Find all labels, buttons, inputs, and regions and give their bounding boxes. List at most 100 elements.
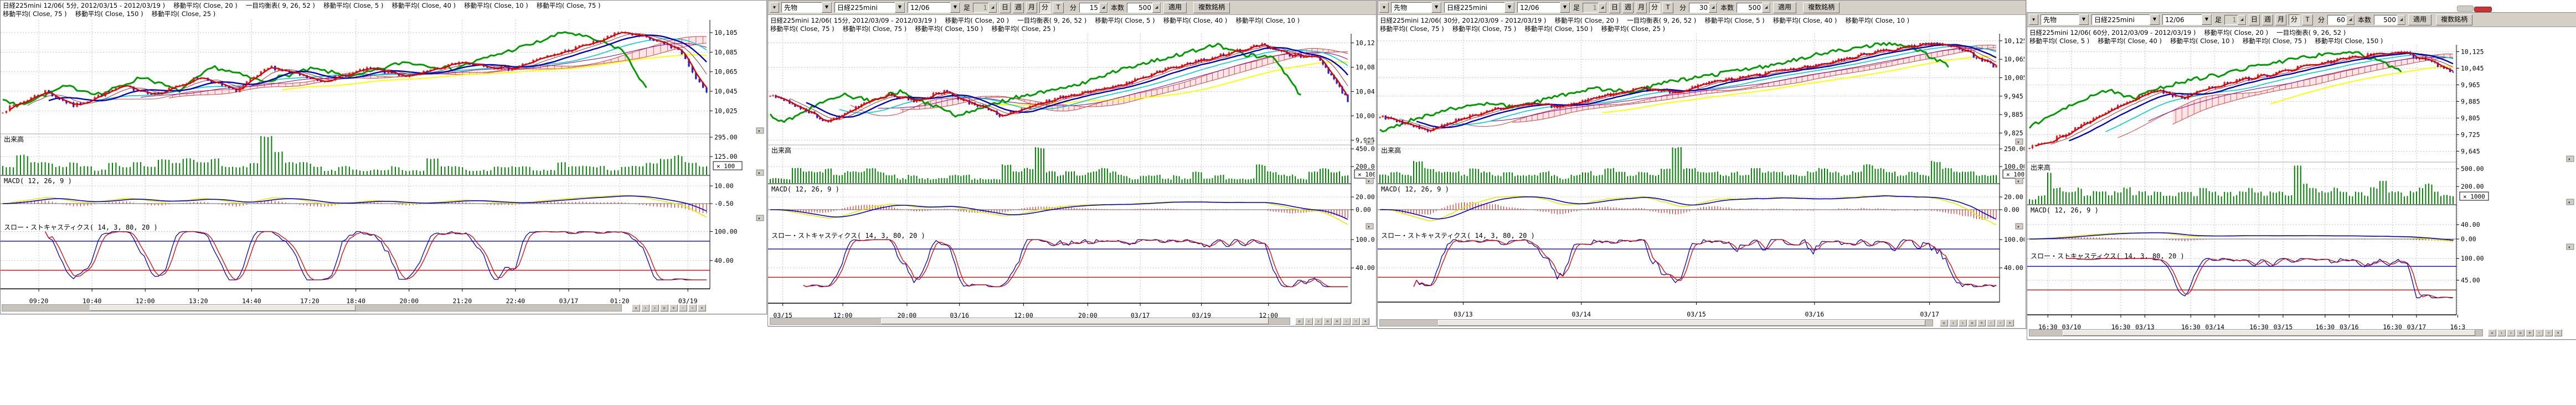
nav-prev-button[interactable]: ‹: [1305, 318, 1313, 325]
period-weekly-button[interactable]: 週: [2262, 14, 2273, 25]
nav-tool-button[interactable]: +: [669, 304, 678, 311]
chevron-down-icon[interactable]: ▼: [895, 2, 905, 13]
symbol-select[interactable]: 日経225mini▼: [1444, 2, 1515, 13]
bars-spinner[interactable]: 500◢: [1127, 3, 1161, 13]
period-monthly-button[interactable]: 月: [1636, 2, 1647, 13]
chart-hscrollbar[interactable]: [770, 318, 1290, 325]
price-chart-svg[interactable]: 10,10510,08510,06510,04510,025出来高295.001…: [1, 20, 765, 313]
category-select[interactable]: 先物▼: [1391, 2, 1442, 13]
contract-select[interactable]: 12/06▼: [1517, 2, 1570, 13]
chevron-down-icon[interactable]: ▼: [950, 2, 960, 13]
nav-next-button[interactable]: ›: [1314, 318, 1322, 325]
nav-first-button[interactable]: «: [1940, 319, 1948, 326]
nav-next-button[interactable]: ›: [2507, 329, 2515, 336]
category-select[interactable]: 先物▼: [781, 2, 832, 13]
period-weekly-button[interactable]: 週: [1622, 2, 1634, 13]
symbol-select[interactable]: 日経225mini▼: [834, 2, 905, 13]
nav-prev-button[interactable]: ‹: [1949, 319, 1957, 326]
category-select[interactable]: 先物▼: [2041, 14, 2089, 25]
period-weekly-button[interactable]: 週: [1013, 2, 1024, 13]
nav-first-button[interactable]: «: [2488, 329, 2496, 336]
period-tick-button[interactable]: T: [2302, 14, 2313, 25]
svg-text:10,105: 10,105: [714, 29, 738, 37]
chart-menu-button[interactable]: ▼: [1379, 2, 1389, 13]
apply-button[interactable]: 適用: [1773, 2, 1796, 13]
nav-tool-button[interactable]: -: [1342, 318, 1351, 325]
nav-tool-button[interactable]: -: [2535, 329, 2543, 336]
multi-symbol-button[interactable]: 複数銘柄: [2436, 14, 2472, 25]
spinner-icon[interactable]: ◢: [1152, 3, 1161, 13]
chart-menu-button[interactable]: ▼: [2029, 14, 2038, 25]
nav-tool-button[interactable]: +: [1977, 319, 1986, 326]
spinner-icon[interactable]: ◢: [2346, 15, 2355, 25]
bars-spinner[interactable]: 500◢: [1737, 3, 1771, 13]
nav-tool-button[interactable]: ▫: [1996, 319, 2005, 326]
nav-tool-button[interactable]: -: [679, 304, 687, 311]
spinner-icon[interactable]: ◢: [1762, 3, 1770, 13]
contract-select[interactable]: 12/06▼: [908, 2, 961, 13]
nav-next-button[interactable]: ›: [1959, 319, 1967, 326]
apply-button[interactable]: 適用: [1163, 2, 1187, 13]
spinner-icon[interactable]: ◢: [1099, 3, 1107, 13]
chart-menu-button[interactable]: ▼: [770, 2, 779, 13]
period-minute-button[interactable]: 分: [1039, 2, 1050, 13]
svg-text:出来高: 出来高: [2031, 163, 2051, 172]
bars-spinner[interactable]: 500◢: [2374, 15, 2406, 25]
chevron-down-icon[interactable]: ▼: [1431, 2, 1441, 13]
chart-hscrollbar[interactable]: [2029, 329, 2483, 336]
nav-tool-button[interactable]: -: [1987, 319, 1995, 326]
period-monthly-button[interactable]: 月: [2275, 14, 2286, 25]
symbol-select[interactable]: 日経225mini▼: [2091, 14, 2160, 25]
multi-symbol-button[interactable]: 複数銘柄: [1803, 2, 1840, 13]
hscroll-thumb[interactable]: [2063, 330, 2475, 336]
price-chart-svg[interactable]: 10,12510,0459,9659,8859,8059,7259,645出来高…: [2027, 45, 2575, 338]
nav-tool-button[interactable]: ▪: [698, 304, 706, 311]
price-chart-svg[interactable]: 10,12510,08510,04510,0059,965出来高450.0020…: [768, 34, 1375, 325]
minutes-spinner[interactable]: 60◢: [2327, 15, 2355, 25]
nav-prev-button[interactable]: ‹: [2497, 329, 2506, 336]
multi-symbol-button[interactable]: 複数銘柄: [1193, 2, 1230, 13]
period-daily-button[interactable]: 日: [1000, 2, 1011, 13]
nav-first-button[interactable]: «: [632, 304, 640, 311]
nav-last-button[interactable]: »: [1968, 319, 1976, 326]
price-chart-svg[interactable]: 10,12510,06510,0059,9459,8859,825出来高250.…: [1378, 34, 2024, 327]
nav-tool-button[interactable]: ▪: [2006, 319, 2014, 326]
nav-tool-button[interactable]: +: [1333, 318, 1341, 325]
nav-tool-button[interactable]: +: [2526, 329, 2534, 336]
spinner-icon[interactable]: ◢: [1709, 3, 1717, 13]
hscroll-thumb[interactable]: [90, 305, 356, 311]
nav-next-button[interactable]: ›: [651, 304, 659, 311]
nav-tool-button[interactable]: ▫: [2544, 329, 2553, 336]
period-monthly-button[interactable]: 月: [1026, 2, 1037, 13]
period-daily-button[interactable]: 日: [1609, 2, 1620, 13]
nav-tool-button[interactable]: ▪: [1361, 318, 1369, 325]
period-minute-button[interactable]: 分: [1649, 2, 1660, 13]
spinner-icon[interactable]: ◢: [2397, 15, 2405, 25]
minutes-spinner[interactable]: 30◢: [1689, 3, 1718, 13]
chevron-down-icon[interactable]: ▼: [1560, 2, 1570, 13]
contract-select[interactable]: 12/06▼: [2162, 14, 2212, 25]
apply-button[interactable]: 適用: [2408, 14, 2431, 25]
nav-tool-button[interactable]: ▫: [688, 304, 697, 311]
chevron-down-icon[interactable]: ▼: [822, 2, 832, 13]
chevron-down-icon[interactable]: ▼: [2079, 14, 2089, 25]
hscroll-thumb[interactable]: [1438, 320, 1925, 326]
chevron-down-icon[interactable]: ▼: [2202, 14, 2212, 25]
nav-first-button[interactable]: «: [1295, 318, 1304, 325]
chevron-down-icon[interactable]: ▼: [1505, 2, 1514, 13]
hscroll-thumb[interactable]: [881, 318, 1269, 324]
nav-last-button[interactable]: »: [660, 304, 668, 311]
period-daily-button[interactable]: 日: [2249, 14, 2260, 25]
period-tick-button[interactable]: T: [1053, 2, 1064, 13]
period-minute-button[interactable]: 分: [2289, 14, 2300, 25]
nav-tool-button[interactable]: ▪: [2554, 329, 2562, 336]
period-tick-button[interactable]: T: [1662, 2, 1673, 13]
chevron-down-icon[interactable]: ▼: [2150, 14, 2160, 25]
minutes-spinner[interactable]: 15◢: [1079, 3, 1108, 13]
nav-last-button[interactable]: »: [2516, 329, 2525, 336]
nav-last-button[interactable]: »: [1323, 318, 1332, 325]
chart-hscrollbar[interactable]: [1379, 319, 1933, 326]
chart-hscrollbar[interactable]: [2, 304, 622, 311]
nav-prev-button[interactable]: ‹: [641, 304, 650, 311]
nav-tool-button[interactable]: ▫: [1352, 318, 1360, 325]
